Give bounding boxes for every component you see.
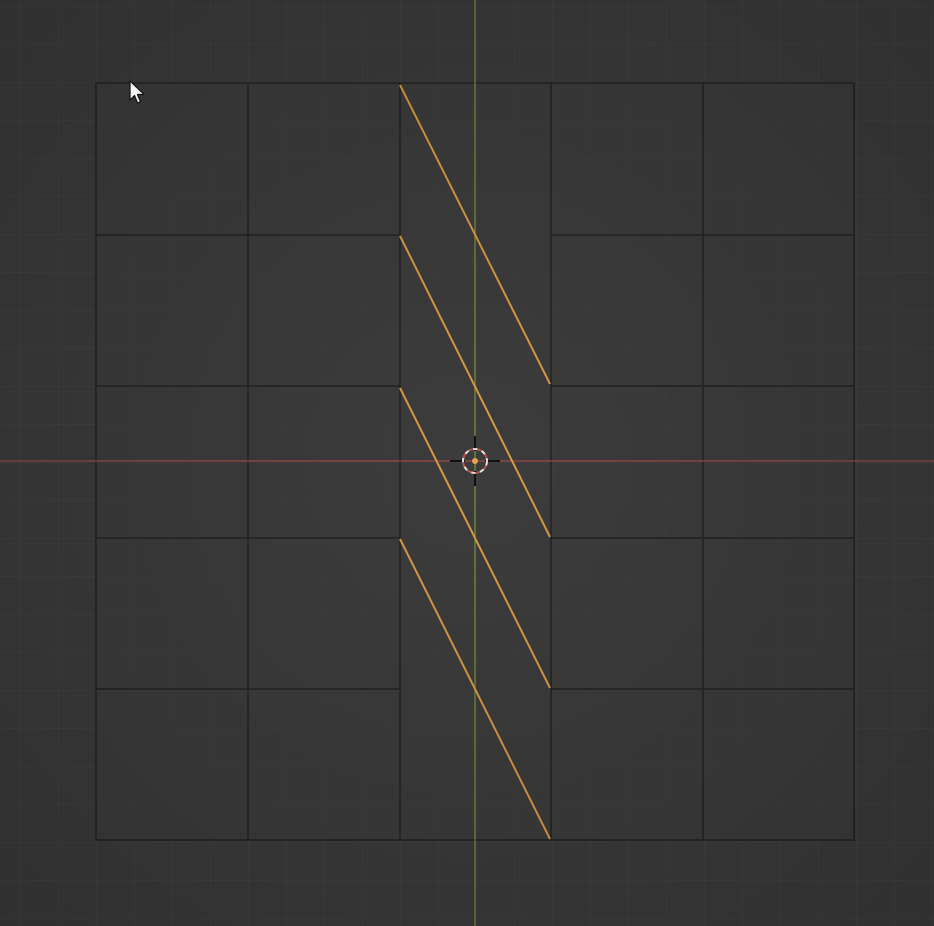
3d-viewport[interactable]	[0, 0, 934, 926]
mouse-pointer-icon	[129, 80, 145, 104]
viewport-scene[interactable]	[0, 0, 934, 926]
origin-dot-icon	[472, 458, 478, 464]
